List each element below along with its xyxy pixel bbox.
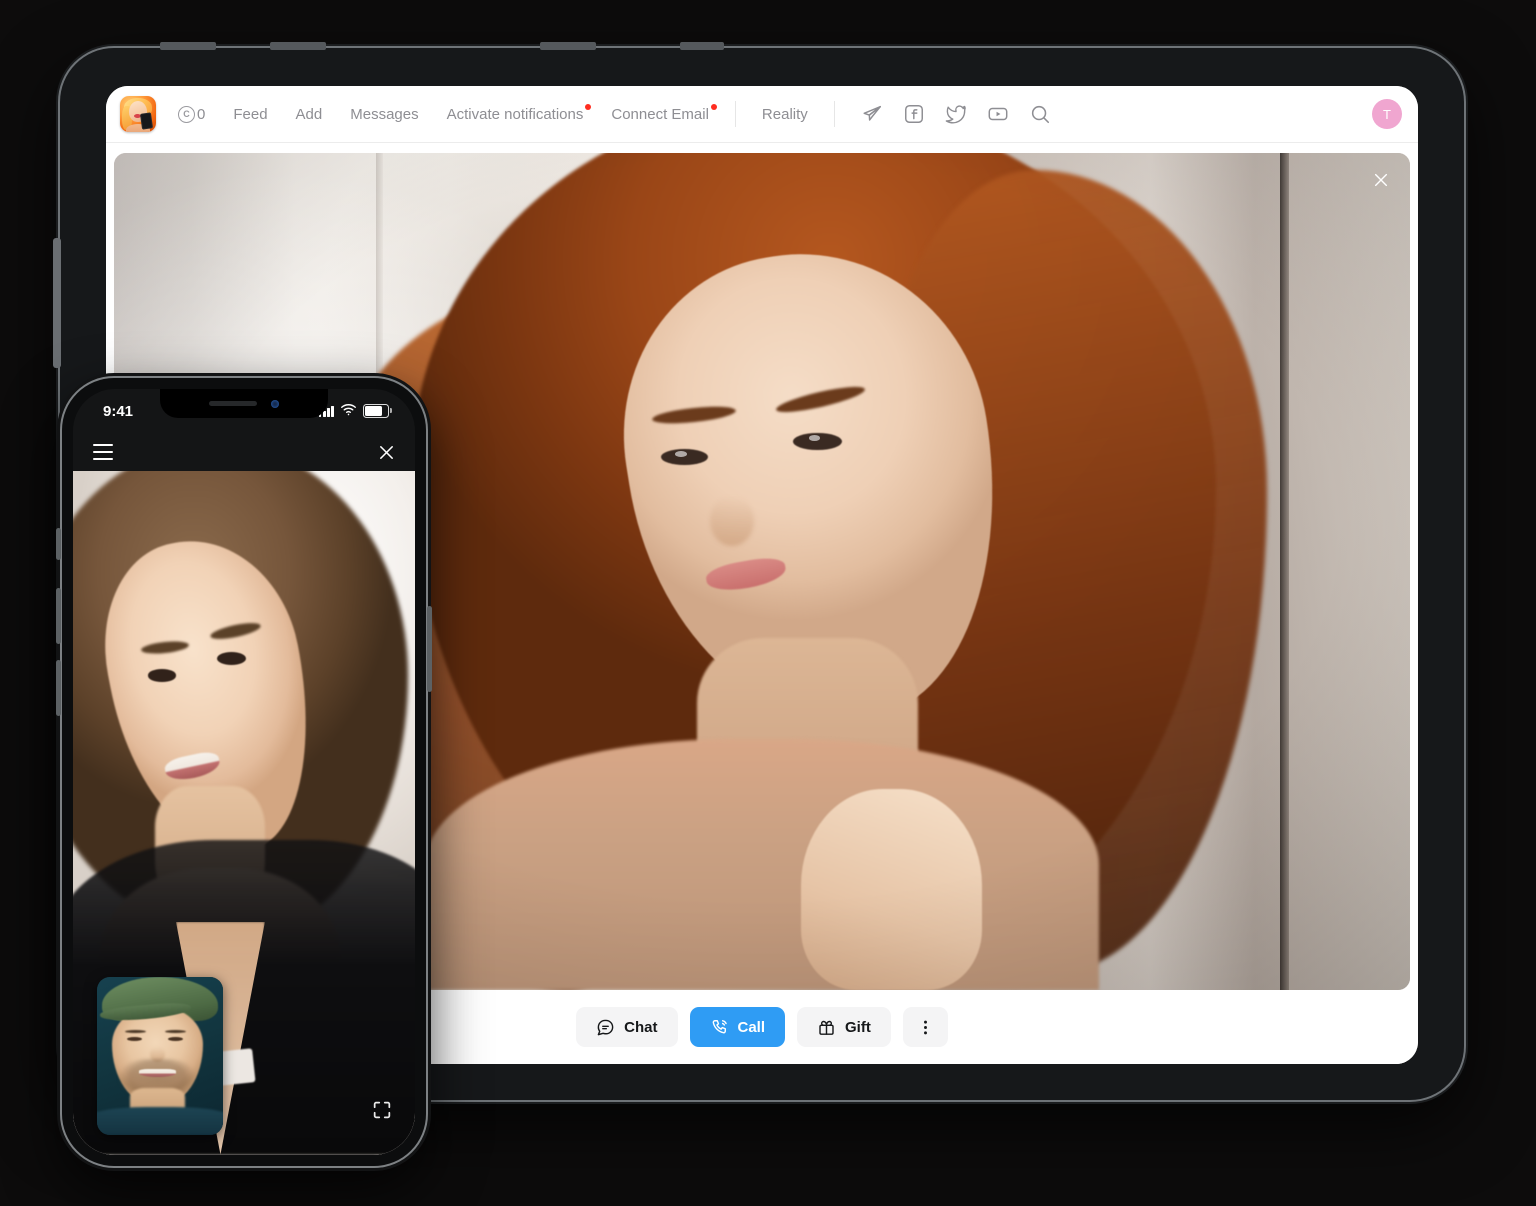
chat-button-label: Chat bbox=[624, 1018, 658, 1036]
phone-call-icon bbox=[710, 1018, 729, 1037]
navbar: C 0 Feed Add Messages Activate notificat… bbox=[106, 86, 1418, 143]
pip-subject-eye-right bbox=[167, 1037, 183, 1042]
phone-call-topbar bbox=[73, 433, 415, 471]
twitter-icon[interactable] bbox=[945, 103, 967, 125]
call-button[interactable]: Call bbox=[689, 1007, 786, 1047]
battery-icon bbox=[363, 404, 392, 418]
gift-button-label: Gift bbox=[845, 1018, 871, 1036]
close-icon[interactable] bbox=[1368, 167, 1394, 193]
tablet-side-button bbox=[53, 238, 61, 368]
telegram-icon[interactable] bbox=[861, 103, 883, 125]
phone-mute-switch bbox=[56, 528, 61, 560]
logo-phone-shape bbox=[139, 112, 154, 130]
phone-device: 9:41 bbox=[56, 378, 432, 1166]
notification-badge-dot bbox=[585, 103, 592, 110]
app-logo-icon[interactable] bbox=[120, 96, 156, 132]
tablet-top-button-3 bbox=[540, 42, 596, 50]
phone-subject-eye-left bbox=[148, 669, 176, 682]
chat-bubble-icon bbox=[596, 1018, 615, 1037]
nav-separator-left bbox=[734, 101, 736, 127]
fullscreen-expand-icon[interactable] bbox=[371, 1099, 393, 1121]
coin-icon: C bbox=[178, 105, 195, 123]
status-bar-icons bbox=[318, 403, 392, 420]
search-icon[interactable] bbox=[1029, 103, 1051, 125]
nav-item-reality[interactable]: Reality bbox=[762, 106, 808, 123]
phone-status-bar: 9:41 bbox=[73, 389, 415, 433]
more-options-button[interactable] bbox=[902, 1007, 948, 1047]
tablet-top-button-4 bbox=[680, 42, 724, 50]
nav-item-activate-notifications-label: Activate notifications bbox=[446, 105, 584, 123]
tablet-top-button-2 bbox=[270, 42, 326, 50]
phone-video-stage[interactable] bbox=[73, 471, 415, 1155]
avatar[interactable]: T bbox=[1372, 99, 1402, 129]
pip-subject-shirt bbox=[97, 1106, 223, 1135]
close-icon[interactable] bbox=[378, 444, 395, 461]
phone-power-button bbox=[427, 606, 432, 692]
scene-background: C 0 Feed Add Messages Activate notificat… bbox=[0, 0, 1536, 1206]
nav-item-messages-label: Messages bbox=[350, 105, 419, 123]
call-button-label: Call bbox=[737, 1018, 766, 1036]
gift-button[interactable]: Gift bbox=[797, 1007, 891, 1047]
self-view-pip[interactable] bbox=[97, 977, 223, 1135]
email-badge-dot bbox=[710, 103, 717, 110]
phone-volume-down-button bbox=[56, 660, 61, 716]
nav-item-connect-email-label: Connect Email bbox=[611, 105, 709, 123]
nav-item-feed-label: Feed bbox=[233, 105, 268, 123]
status-bar-time: 9:41 bbox=[103, 402, 134, 420]
nav-item-activate-notifications[interactable]: Activate notifications bbox=[446, 103, 592, 123]
more-vertical-icon bbox=[916, 1018, 935, 1037]
nav-separator-right bbox=[833, 101, 835, 127]
phone-screen: 9:41 bbox=[73, 389, 415, 1155]
earpiece-speaker bbox=[209, 401, 257, 406]
wifi-icon bbox=[340, 403, 357, 420]
front-camera-icon bbox=[271, 399, 279, 408]
coin-balance[interactable]: C 0 bbox=[178, 105, 206, 123]
phone-volume-up-button bbox=[56, 588, 61, 644]
social-icon-group bbox=[861, 103, 1051, 125]
youtube-icon[interactable] bbox=[987, 103, 1009, 125]
tablet-top-button-1 bbox=[160, 42, 216, 50]
chat-button[interactable]: Chat bbox=[576, 1007, 678, 1047]
nav-item-reality-label: Reality bbox=[761, 105, 808, 123]
gift-icon bbox=[817, 1018, 836, 1037]
nav-item-add-label: Add bbox=[295, 105, 323, 123]
phone-subject-eye-right bbox=[216, 652, 246, 666]
nav-item-add[interactable]: Add bbox=[296, 106, 323, 123]
pip-subject-smile bbox=[138, 1068, 177, 1077]
nav-item-messages[interactable]: Messages bbox=[350, 106, 418, 123]
hamburger-menu-icon[interactable] bbox=[93, 444, 113, 460]
phone-notch bbox=[160, 389, 328, 418]
facebook-icon[interactable] bbox=[903, 103, 925, 125]
coin-balance-value: 0 bbox=[197, 105, 206, 123]
nav-item-feed[interactable]: Feed bbox=[233, 106, 267, 123]
nav-item-connect-email[interactable]: Connect Email bbox=[611, 103, 717, 123]
